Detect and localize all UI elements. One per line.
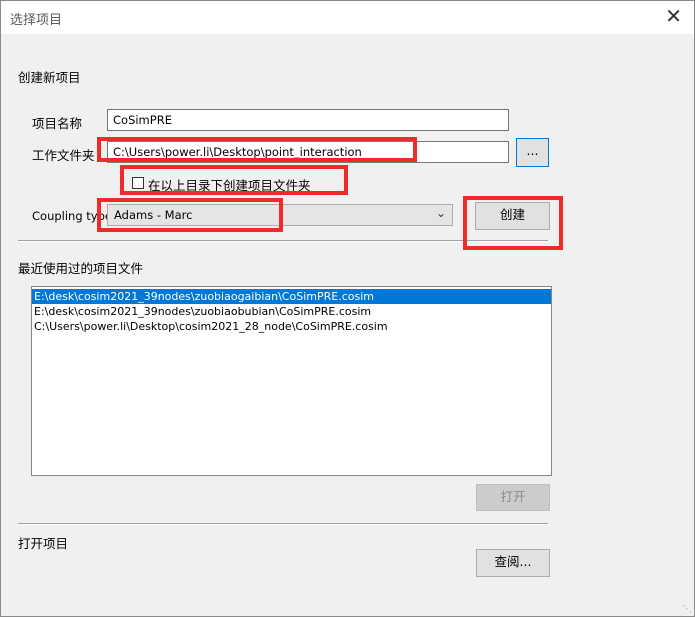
title-bar[interactable]: 选择项目 ✕: [1, 1, 694, 34]
open-section-label: 打开项目: [18, 536, 69, 551]
recent-section-label: 最近使用过的项目文件: [18, 261, 144, 276]
project-name-input[interactable]: CoSimPRE: [107, 109, 509, 131]
coupling-type-value: Adams - Marc: [114, 208, 193, 222]
open-button[interactable]: 打开: [476, 484, 550, 511]
browse-project-button[interactable]: 查阅...: [476, 549, 550, 577]
create-folder-checkbox-label[interactable]: 在以上目录下创建项目文件夹: [148, 175, 311, 194]
list-item[interactable]: E:\desk\cosim2021_39nodes\zuobiaogaibian…: [32, 289, 551, 304]
coupling-type-select[interactable]: Adams - Marc ⌄: [107, 204, 453, 226]
separator-bottom: [18, 523, 548, 525]
project-name-label: 项目名称: [32, 116, 83, 131]
close-icon[interactable]: ✕: [665, 5, 682, 27]
create-button[interactable]: 创建: [475, 202, 550, 230]
create-folder-checkbox[interactable]: [132, 177, 144, 189]
working-folder-label: 工作文件夹: [32, 148, 95, 163]
window-title: 选择项目: [10, 13, 63, 28]
list-item[interactable]: E:\desk\cosim2021_39nodes\zuobiaobubian\…: [32, 304, 551, 319]
resize-grip-icon[interactable]: ⋱: [682, 604, 692, 615]
chevron-down-icon: ⌄: [435, 206, 446, 220]
list-item[interactable]: C:\Users\power.li\Desktop\cosim2021_28_n…: [32, 319, 551, 334]
recent-projects-list[interactable]: E:\desk\cosim2021_39nodes\zuobiaogaibian…: [31, 286, 552, 476]
coupling-type-label: Coupling type: [32, 209, 112, 223]
browse-folder-button[interactable]: ...: [516, 138, 549, 167]
working-folder-input[interactable]: C:\Users\power.li\Desktop\point_interact…: [107, 141, 509, 163]
separator-top: [18, 240, 548, 242]
create-section-label: 创建新项目: [18, 70, 81, 85]
